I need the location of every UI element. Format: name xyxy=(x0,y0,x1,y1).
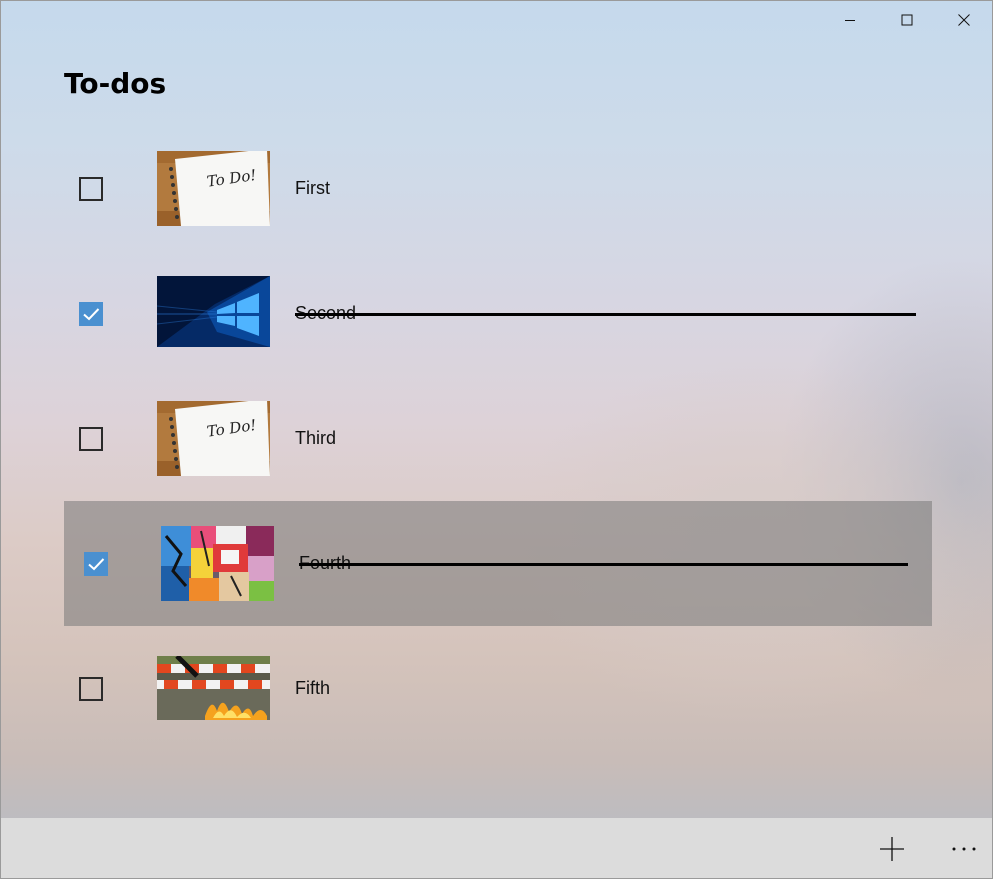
todo-item[interactable]: Second xyxy=(64,251,932,376)
todo-checkbox[interactable] xyxy=(79,302,103,326)
add-button[interactable] xyxy=(879,836,905,862)
more-ellipsis-icon xyxy=(952,847,976,851)
strikethrough-line xyxy=(295,313,916,316)
caption-buttons xyxy=(821,1,992,39)
checkmark-icon xyxy=(83,308,100,321)
page-title: To-dos xyxy=(64,67,167,100)
todo-checkbox[interactable] xyxy=(79,427,103,451)
todo-item[interactable]: To Do! First xyxy=(64,126,932,251)
todo-list: To Do! First Second To Do! Third Fourth … xyxy=(64,126,932,751)
app-window: To-dos To Do! First Second To Do! Third … xyxy=(0,0,993,879)
graffiti-wall-image xyxy=(161,526,274,601)
todo-notepad-image: To Do! xyxy=(157,151,270,226)
minimize-icon xyxy=(844,20,855,21)
close-button[interactable] xyxy=(935,1,992,39)
todo-item-selected[interactable]: Fourth xyxy=(64,501,932,626)
todo-notepad-image: To Do! xyxy=(157,401,270,476)
more-button[interactable] xyxy=(951,836,977,862)
todo-checkbox[interactable] xyxy=(84,552,108,576)
todo-checkbox[interactable] xyxy=(79,177,103,201)
command-bar xyxy=(1,818,992,878)
strikethrough-line xyxy=(299,563,908,566)
close-icon xyxy=(957,14,970,26)
maximize-icon xyxy=(901,14,912,26)
road-barrier-fire-image xyxy=(157,656,270,720)
todo-label: First xyxy=(295,178,330,198)
minimize-button[interactable] xyxy=(821,1,878,39)
todo-label: Third xyxy=(295,428,337,448)
todo-label: Fifth xyxy=(295,678,331,698)
plus-icon xyxy=(880,837,904,861)
todo-item[interactable]: To Do! Third xyxy=(64,376,932,501)
checkmark-icon xyxy=(88,558,105,571)
todo-checkbox[interactable] xyxy=(79,677,103,701)
maximize-button[interactable] xyxy=(878,1,935,39)
todo-item[interactable]: Fifth xyxy=(64,626,932,751)
windows-logo-image xyxy=(157,276,270,351)
